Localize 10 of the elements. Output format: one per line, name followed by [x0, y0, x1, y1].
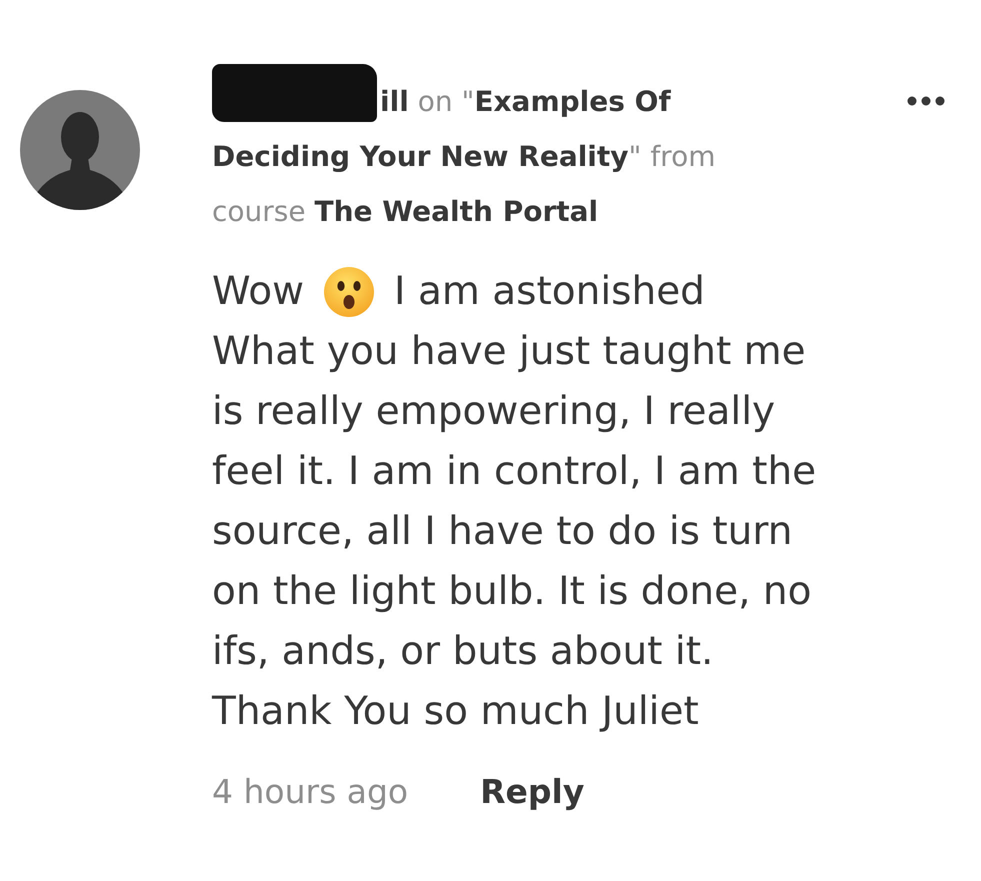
comment-text: What you have just taught me is really empowering, I really feel it. I am in control, I am the source, all I have to do is turn on the light bulb. It is done, no ifs, ands, or buts about it. Thank You so much Juliet [212, 328, 818, 736]
reply-button[interactable]: Reply [480, 762, 584, 822]
avatar-icon [20, 90, 140, 210]
comment-heading: ill on "Examples Of [380, 84, 671, 120]
comment-heading: Deciding Your New Reality" from course The Wealth Portal [212, 139, 716, 230]
timestamp: 4 hours ago [212, 771, 408, 813]
more-options-icon[interactable] [907, 96, 945, 106]
comment-text: Wow [212, 268, 304, 316]
comment-text: I am astonished [394, 268, 705, 316]
surprised-face-icon [324, 267, 374, 317]
